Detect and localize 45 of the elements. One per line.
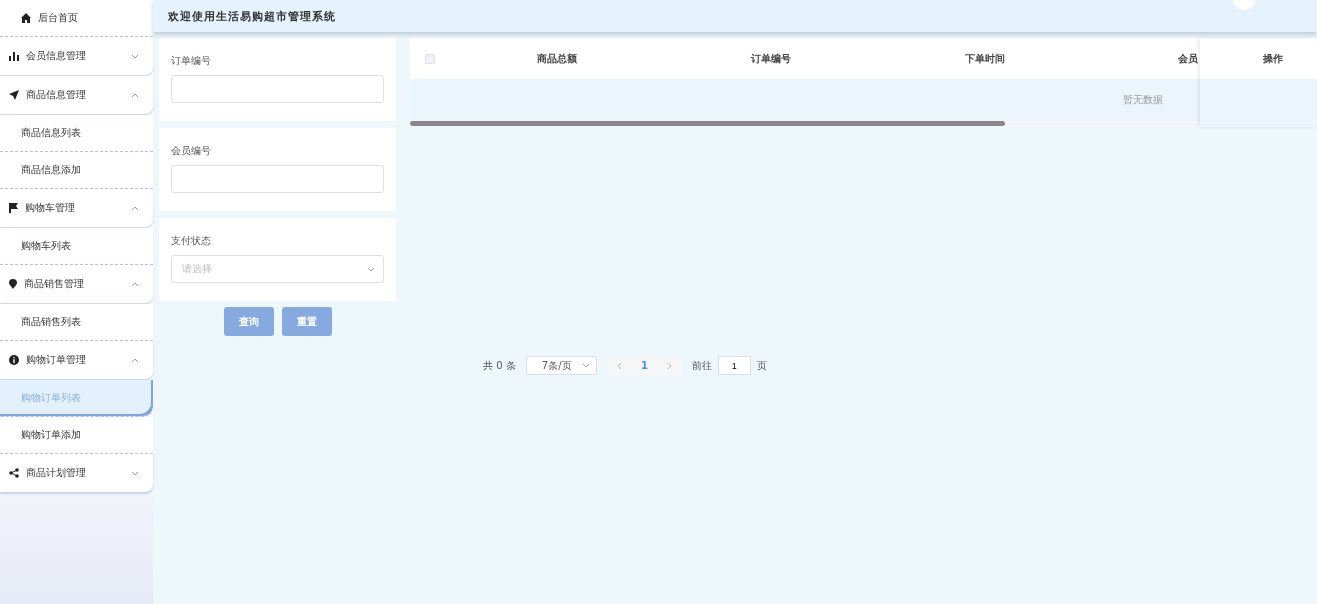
flag-icon: [9, 203, 18, 213]
chevron-down-icon: [367, 266, 375, 272]
map-pin-icon: [9, 279, 17, 289]
field-label: 订单编号: [171, 54, 212, 68]
info-icon: [9, 355, 19, 365]
fixed-column-header: 操作: [1200, 38, 1317, 79]
goto-page-input[interactable]: 1: [717, 356, 751, 375]
menu-group[interactable]: 商品信息管理: [0, 76, 153, 114]
scrollbar-thumb[interactable]: [410, 121, 1005, 126]
chevron-up-icon: [131, 205, 139, 211]
page-title: 欢迎使用生活易购超市管理系统: [168, 8, 336, 24]
field-label: 会员编号: [171, 144, 212, 158]
chevron-up-icon: [131, 92, 139, 98]
chevron-left-icon: [616, 361, 622, 370]
paper-plane-icon: [9, 90, 19, 100]
chevron-up-icon: [131, 357, 139, 363]
menu-group[interactable]: 商品销售管理: [0, 265, 153, 303]
column-header: 下单时间: [965, 51, 1005, 66]
empty-text: 暂无数据: [1123, 93, 1163, 107]
page-unit: 页: [756, 358, 767, 373]
column-header: 订单编号: [751, 51, 791, 66]
field-label: 支付状态: [171, 234, 212, 248]
column-header: 商品总额: [537, 51, 577, 66]
goto-label: 前往: [691, 358, 712, 373]
next-page-button[interactable]: [656, 356, 682, 375]
chevron-down-icon: [581, 363, 590, 368]
input-field[interactable]: [171, 165, 384, 193]
chevron-down-icon: [131, 53, 139, 59]
submenu-item[interactable]: 购物订单添加: [0, 417, 153, 454]
column-header: 会员: [1178, 51, 1198, 66]
share-icon: [9, 468, 19, 478]
prev-page-button[interactable]: [606, 356, 632, 375]
chevron-right-icon: [666, 361, 672, 370]
page-size-select[interactable]: 7条/页: [525, 356, 597, 375]
total-count: 共 0 条: [483, 358, 516, 373]
select-all-checkbox[interactable]: [425, 53, 435, 64]
menu-group[interactable]: 商品计划管理: [0, 454, 153, 492]
input-field[interactable]: [171, 75, 384, 103]
bar-chart-icon: [9, 51, 19, 61]
menu-group[interactable]: 会员信息管理: [0, 37, 153, 75]
chevron-up-icon: [131, 281, 139, 287]
menu-group[interactable]: 购物订单管理: [0, 341, 153, 379]
home-icon: [21, 13, 31, 23]
chevron-down-icon: [131, 470, 139, 476]
menu-group[interactable]: 购物车管理: [0, 189, 153, 227]
